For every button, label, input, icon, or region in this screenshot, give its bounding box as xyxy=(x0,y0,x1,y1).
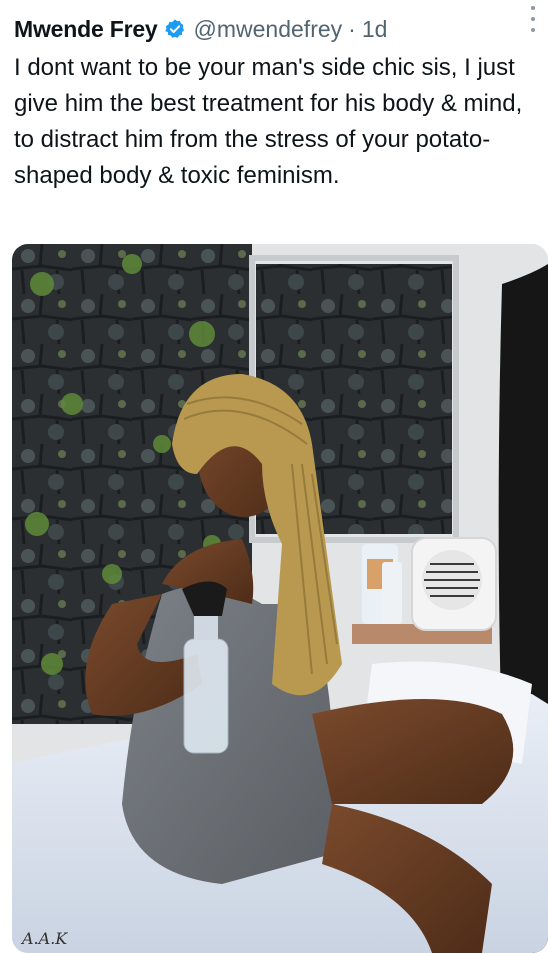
tweet-header: Mwende Frey @mwendefrey · 1d xyxy=(14,12,534,46)
verified-badge-icon xyxy=(164,19,184,38)
separator-dot: · xyxy=(348,15,356,42)
tweet-photo[interactable]: A.A.K xyxy=(12,244,548,953)
author-display-name[interactable]: Mwende Frey xyxy=(14,16,158,43)
tweet-timestamp[interactable]: 1d xyxy=(362,16,388,43)
author-handle[interactable]: @mwendefrey xyxy=(194,16,343,43)
photo-illustration: A.A.K xyxy=(12,244,548,953)
more-vertical-icon[interactable] xyxy=(522,6,544,32)
tweet-text: I dont want to be your man's side chic s… xyxy=(14,54,523,189)
watermark-signature: A.A.K xyxy=(20,929,68,948)
tweet[interactable]: Mwende Frey @mwendefrey · 1d I dont want… xyxy=(0,0,548,953)
